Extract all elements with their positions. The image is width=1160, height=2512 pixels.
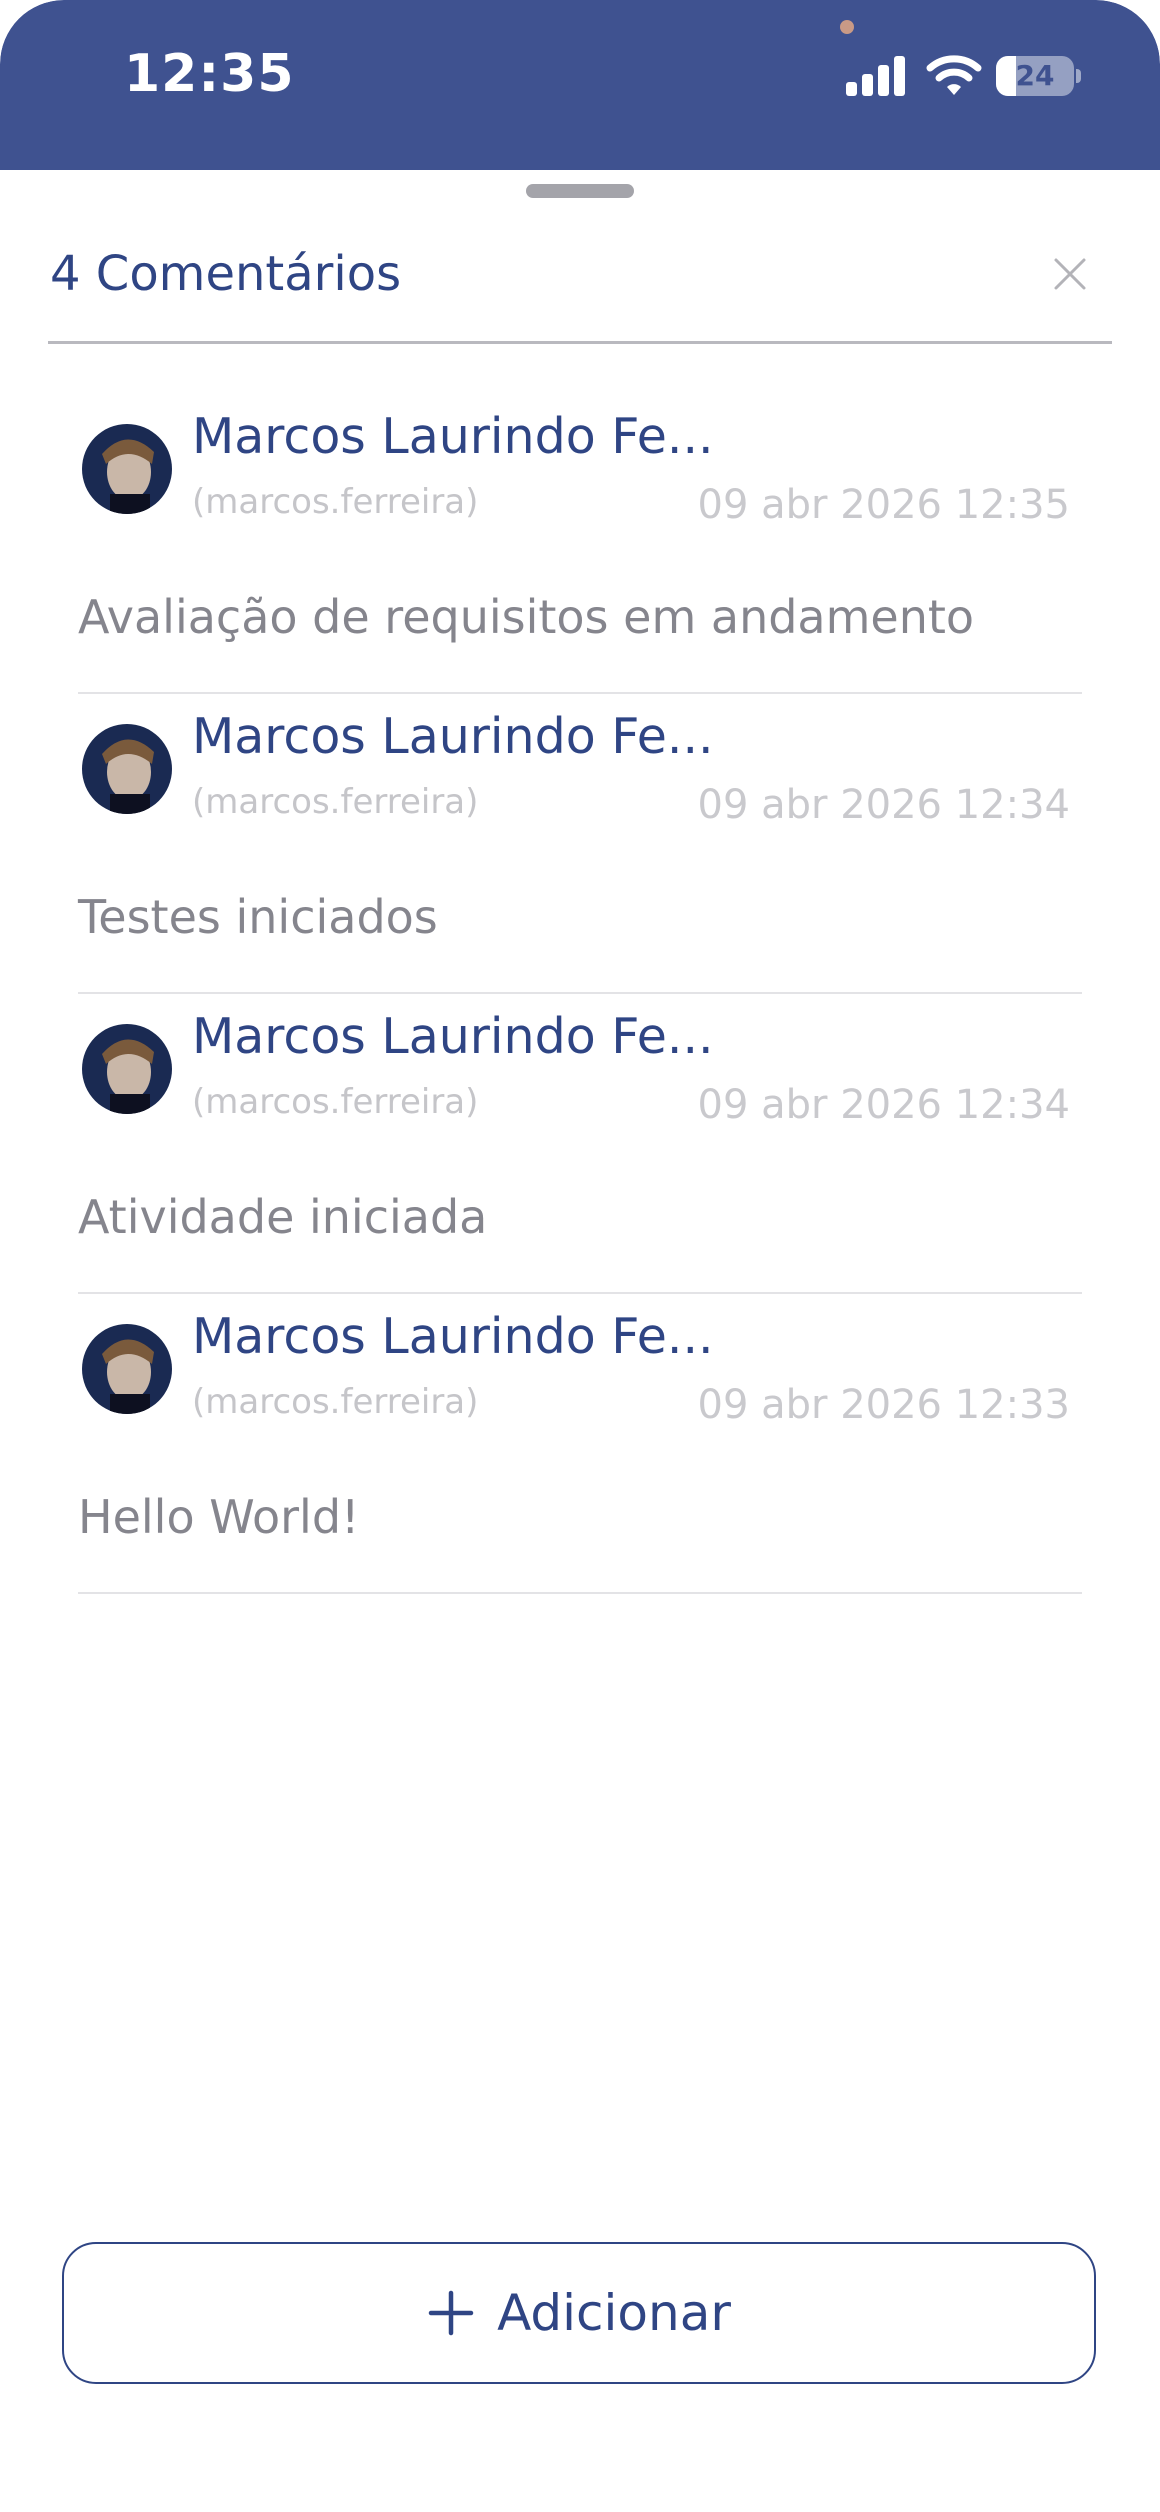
battery-level: 24 xyxy=(1015,59,1055,92)
comment-text: Testes iniciados xyxy=(78,890,438,944)
comment-author: Marcos Laurindo Fe... xyxy=(192,408,714,465)
comment-date: 09 abr 2026 12:34 xyxy=(697,1082,1070,1128)
battery-nub xyxy=(1076,69,1081,83)
close-icon[interactable] xyxy=(1050,254,1090,294)
avatar xyxy=(82,724,172,814)
comment-text: Avaliação de requisitos em andamento xyxy=(78,590,975,644)
avatar xyxy=(82,1024,172,1114)
comment-date: 09 abr 2026 12:35 xyxy=(697,482,1070,528)
comment-author: Marcos Laurindo Fe... xyxy=(192,1008,714,1065)
camera-indicator xyxy=(840,20,854,34)
plus-icon xyxy=(428,2290,474,2336)
comment-author: Marcos Laurindo Fe... xyxy=(192,1308,714,1365)
comment-handle: (marcos.ferreira) xyxy=(192,782,479,822)
sheet-drag-handle[interactable] xyxy=(526,184,634,198)
comment-handle: (marcos.ferreira) xyxy=(192,482,479,522)
sheet-header: 4 Comentários xyxy=(48,220,1112,344)
comment-list: Marcos Laurindo Fe... (marcos.ferreira) … xyxy=(78,394,1082,1594)
comment-item[interactable]: Marcos Laurindo Fe... (marcos.ferreira) … xyxy=(78,394,1082,694)
comment-item[interactable]: Marcos Laurindo Fe... (marcos.ferreira) … xyxy=(78,994,1082,1294)
comment-date: 09 abr 2026 12:33 xyxy=(697,1382,1070,1428)
avatar xyxy=(82,424,172,514)
add-button-label: Adicionar xyxy=(497,2284,731,2342)
status-time: 12:35 xyxy=(124,44,295,104)
cellular-signal-icon xyxy=(846,56,905,96)
comment-item[interactable]: Marcos Laurindo Fe... (marcos.ferreira) … xyxy=(78,694,1082,994)
comments-screen: 12:35 24 4 Comentários Marcos Laurindo F… xyxy=(0,0,1160,2512)
sheet-title: 4 Comentários xyxy=(50,246,402,302)
wifi-icon xyxy=(926,55,982,95)
comment-handle: (marcos.ferreira) xyxy=(192,1082,479,1122)
status-bar: 12:35 24 xyxy=(0,0,1160,170)
comment-date: 09 abr 2026 12:34 xyxy=(697,782,1070,828)
comment-text: Hello World! xyxy=(78,1490,360,1544)
comment-text: Atividade iniciada xyxy=(78,1190,488,1244)
add-comment-button[interactable]: Adicionar xyxy=(62,2242,1096,2384)
comment-item[interactable]: Marcos Laurindo Fe... (marcos.ferreira) … xyxy=(78,1294,1082,1594)
avatar xyxy=(82,1324,172,1414)
battery-icon: 24 xyxy=(996,56,1081,96)
comment-handle: (marcos.ferreira) xyxy=(192,1382,479,1422)
comment-author: Marcos Laurindo Fe... xyxy=(192,708,714,765)
